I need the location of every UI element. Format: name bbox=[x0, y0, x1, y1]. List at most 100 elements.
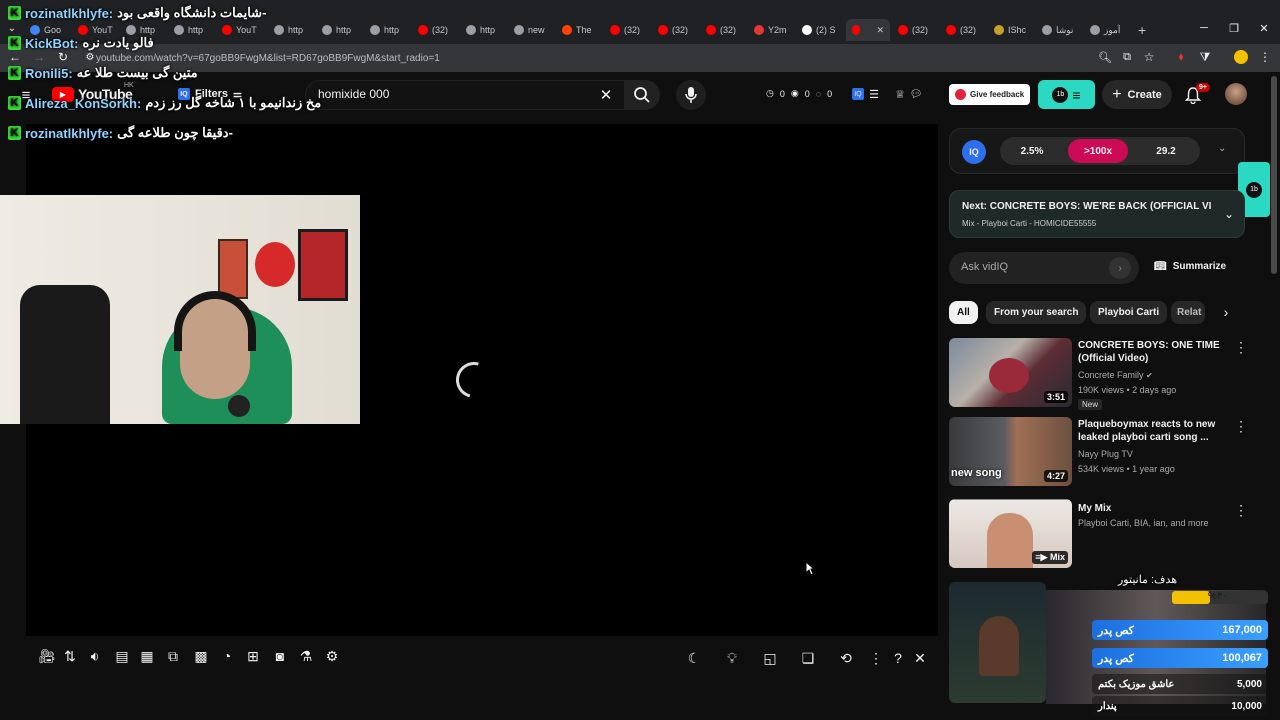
lightbulb-icon[interactable]: 💡︎ bbox=[724, 650, 740, 666]
trophy-icon[interactable]: ♕ bbox=[894, 87, 906, 101]
video-thumbnail-1[interactable]: 3:51 bbox=[949, 338, 1072, 407]
restore-icon[interactable]: ❐ bbox=[1226, 20, 1242, 36]
chat-message: K Ronili5: متین گی بیست طلا عه bbox=[8, 64, 198, 82]
browser-tab-active[interactable]: ✕ bbox=[846, 19, 890, 41]
video-title-2[interactable]: Plaqueboymax reacts to new leaked playbo… bbox=[1078, 418, 1228, 444]
chips-next-icon[interactable]: › bbox=[1218, 304, 1234, 320]
copy-icon[interactable]: ❏ bbox=[800, 650, 816, 666]
browser-tab[interactable]: (32) bbox=[658, 20, 688, 40]
reload-icon[interactable]: ↻ bbox=[56, 50, 70, 64]
browser-tab[interactable]: (32) bbox=[610, 20, 640, 40]
chip-related[interactable]: Relat bbox=[1171, 301, 1205, 324]
browser-tab[interactable]: new bbox=[514, 20, 545, 40]
video-thumbnail-3[interactable]: ≡▶ Mix bbox=[949, 499, 1072, 568]
dark-mode-icon[interactable]: ☾ bbox=[686, 650, 702, 666]
browser-tab[interactable]: http bbox=[466, 20, 495, 40]
give-feedback-button[interactable]: Give feedback bbox=[949, 84, 1030, 105]
sidebar-scrollbar[interactable] bbox=[1271, 76, 1277, 274]
chat-message: K KickBot: فالو یادت نره bbox=[8, 34, 154, 52]
speed-gauge-icon[interactable]: ◔ bbox=[218, 648, 236, 664]
chip-all[interactable]: All bbox=[949, 301, 978, 324]
miniplayer-icon[interactable]: ⧉ bbox=[162, 648, 184, 664]
extension-1of10-button[interactable]: 1b ≡ bbox=[1038, 80, 1095, 109]
summarize-button[interactable]: 📖︎ Summarize bbox=[1154, 261, 1226, 272]
search-input[interactable]: homixide 000 bbox=[318, 87, 588, 101]
microphone-icon bbox=[685, 87, 697, 103]
profile-avatar[interactable] bbox=[1234, 50, 1248, 64]
sort-arrows-icon[interactable]: ⇅ bbox=[62, 648, 78, 664]
video-menu-icon-3[interactable]: ⋮ bbox=[1234, 502, 1248, 519]
tab-label: http bbox=[288, 25, 304, 35]
browser-tab[interactable]: YouT bbox=[222, 20, 257, 40]
pip-icon[interactable]: ◱ bbox=[762, 650, 778, 666]
settings-gear-icon[interactable]: ⚙ bbox=[324, 648, 340, 664]
send-arrow-icon[interactable]: › bbox=[1109, 257, 1131, 279]
new-tab-button[interactable]: + bbox=[1138, 20, 1146, 40]
subtitles-icon[interactable]: ▤ bbox=[112, 648, 132, 664]
extensions-puzzle-icon[interactable]: ⧩ bbox=[1198, 50, 1212, 64]
expand-chevron-icon[interactable]: ⌄ bbox=[1218, 143, 1226, 154]
video-thumbnail-4[interactable] bbox=[949, 582, 1046, 703]
help-icon[interactable]: ? bbox=[890, 650, 906, 666]
minimize-icon[interactable]: ─ bbox=[1196, 20, 1212, 36]
chevron-down-icon[interactable]: ⌄ bbox=[1224, 207, 1234, 221]
video-channel-2[interactable]: Nayy Plug TV bbox=[1078, 449, 1133, 459]
loop-icon[interactable]: ⟲ bbox=[838, 650, 854, 666]
browser-tab[interactable]: http bbox=[174, 20, 203, 40]
screenshot-icon[interactable]: ◙ bbox=[272, 648, 288, 664]
browser-tab[interactable]: (32) bbox=[946, 20, 976, 40]
browser-tab[interactable]: (32) bbox=[706, 20, 736, 40]
browser-tab[interactable]: آموز bbox=[1090, 20, 1120, 40]
chip-from-your-search[interactable]: From your search bbox=[986, 301, 1087, 324]
forward-icon[interactable]: → bbox=[32, 50, 46, 64]
video-thumbnail-2[interactable]: new song 4:27 bbox=[949, 417, 1072, 486]
url-field[interactable]: youtube.com/watch?v=67goBB9FwgM&list=RD6… bbox=[96, 50, 1076, 66]
add-screen-icon[interactable]: ⊞ bbox=[244, 648, 262, 664]
browser-tab[interactable]: (2) S bbox=[802, 20, 836, 40]
browser-menu-icon[interactable]: ⋮ bbox=[1258, 50, 1272, 64]
close-tab-icon[interactable]: ✕ bbox=[876, 25, 884, 36]
browser-tab[interactable]: http bbox=[274, 20, 303, 40]
create-button[interactable]: + Create bbox=[1102, 80, 1172, 109]
video-title-1[interactable]: CONCRETE BOYS: ONE TIME (Official Video) bbox=[1078, 339, 1228, 365]
video-channel-1[interactable]: Concrete Family ✔ bbox=[1078, 370, 1153, 380]
back-icon[interactable]: ← bbox=[8, 50, 22, 64]
video-menu-icon-2[interactable]: ⋮ bbox=[1234, 418, 1248, 435]
video-menu-icon-1[interactable]: ⋮ bbox=[1234, 339, 1248, 356]
camera-icon[interactable]: 🎥︎ bbox=[38, 648, 56, 664]
film-icon[interactable]: ▦ bbox=[138, 648, 156, 664]
browser-tab[interactable]: نوشا bbox=[1042, 20, 1073, 40]
chip-playboi-carti[interactable]: Playboi Carti bbox=[1090, 301, 1168, 324]
video-channel-3[interactable]: Playboi Carti, BIA, ian, and more bbox=[1078, 518, 1209, 528]
tab-favicon-icon bbox=[174, 25, 184, 35]
site-info-icon[interactable]: ⚙ bbox=[84, 51, 96, 63]
flask-icon[interactable]: ⚗ bbox=[298, 648, 314, 664]
grid-icon[interactable]: ▩ bbox=[192, 648, 210, 664]
browser-tab[interactable]: http bbox=[370, 20, 399, 40]
extension-icon[interactable]: ⬧ bbox=[1174, 50, 1188, 64]
browser-tab[interactable]: (32) bbox=[898, 20, 928, 40]
browser-tab[interactable]: IShc bbox=[994, 20, 1026, 40]
vidiq-badge-icon[interactable]: IQ bbox=[852, 88, 864, 100]
video-title-3[interactable]: My Mix bbox=[1078, 502, 1228, 515]
browser-tab[interactable]: Y2m bbox=[754, 20, 787, 40]
mix-badge: ≡▶ Mix bbox=[1032, 551, 1068, 564]
up-next-panel[interactable]: Next: CONCRETE BOYS: WE'RE BACK (OFFICIA… bbox=[949, 190, 1245, 238]
chat-username: rozinatlkhlyfe: bbox=[25, 125, 114, 141]
install-icon[interactable]: ⧉ bbox=[1120, 50, 1134, 64]
audio-icon[interactable]: 🔉︎ bbox=[86, 648, 104, 664]
close-window-icon[interactable]: ✕ bbox=[1256, 20, 1272, 36]
browser-tab[interactable]: (32) bbox=[418, 20, 448, 40]
comment-icon[interactable]: 💬︎ bbox=[910, 87, 923, 101]
close-toolbar-icon[interactable]: ✕ bbox=[912, 650, 928, 666]
zoom-icon[interactable]: 🔍︎ bbox=[1098, 50, 1112, 64]
browser-tab[interactable]: http bbox=[322, 20, 351, 40]
ask-vidiq-field[interactable]: Ask vidIQ › bbox=[949, 252, 1139, 284]
list-icon[interactable]: ☰ bbox=[868, 87, 880, 101]
region-code: HK bbox=[124, 82, 134, 89]
account-avatar[interactable] bbox=[1225, 83, 1247, 105]
clear-search-icon[interactable]: ✕ bbox=[598, 87, 614, 104]
more-vertical-icon[interactable]: ⋮ bbox=[868, 650, 884, 666]
browser-tab[interactable]: The bbox=[562, 20, 592, 40]
bookmark-star-icon[interactable]: ☆ bbox=[1142, 50, 1156, 64]
